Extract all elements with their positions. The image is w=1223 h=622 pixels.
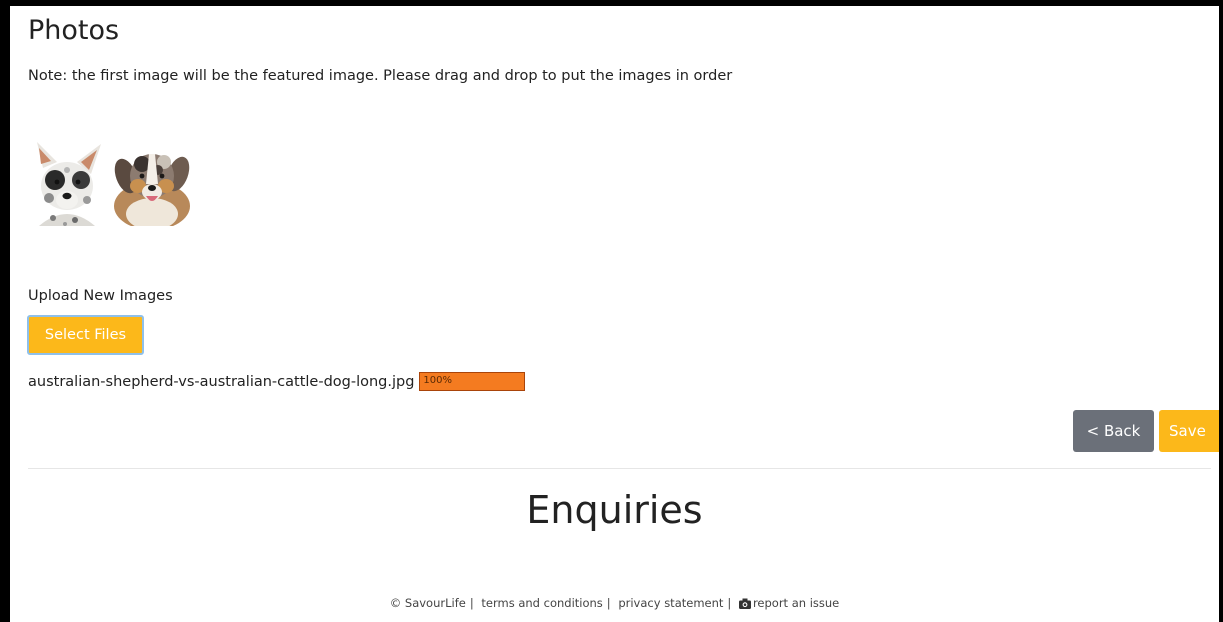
enquiries-heading: Enquiries xyxy=(526,488,703,532)
footer: © SavourLife | terms and conditions | priv… xyxy=(10,596,1219,610)
photos-note: Note: the first image will be the featur… xyxy=(28,68,733,84)
upload-progress-text: 100% xyxy=(423,375,453,386)
footer-privacy-link[interactable]: privacy statement xyxy=(618,596,723,610)
upload-progress-bar: 100% xyxy=(419,372,526,391)
thumbnail-australian-shepherd[interactable] xyxy=(112,140,191,226)
section-divider xyxy=(28,468,1211,469)
footer-separator: | xyxy=(727,596,732,610)
page-title: Photos xyxy=(28,15,120,46)
footer-copyright: © SavourLife xyxy=(389,596,466,610)
upload-file-row: australian-shepherd-vs-australian-cattle… xyxy=(28,372,526,391)
upload-file-name: australian-shepherd-vs-australian-cattle… xyxy=(28,373,415,390)
page-frame: Photos Note: the first image will be the… xyxy=(10,6,1219,622)
footer-terms-link[interactable]: terms and conditions xyxy=(481,596,602,610)
footer-separator: | xyxy=(469,596,474,610)
footer-report-link[interactable]: report an issue xyxy=(738,596,840,610)
save-button[interactable]: Save xyxy=(1159,410,1219,452)
camera-icon xyxy=(738,598,751,609)
footer-separator: | xyxy=(606,596,611,610)
footer-report-label: report an issue xyxy=(752,596,840,610)
select-files-button[interactable]: Select Files xyxy=(27,315,144,355)
thumbnail-cattle-dog[interactable] xyxy=(27,140,106,226)
upload-label: Upload New Images xyxy=(28,288,173,304)
photo-thumbnails xyxy=(27,140,191,226)
back-button[interactable]: < Back xyxy=(1073,410,1154,452)
